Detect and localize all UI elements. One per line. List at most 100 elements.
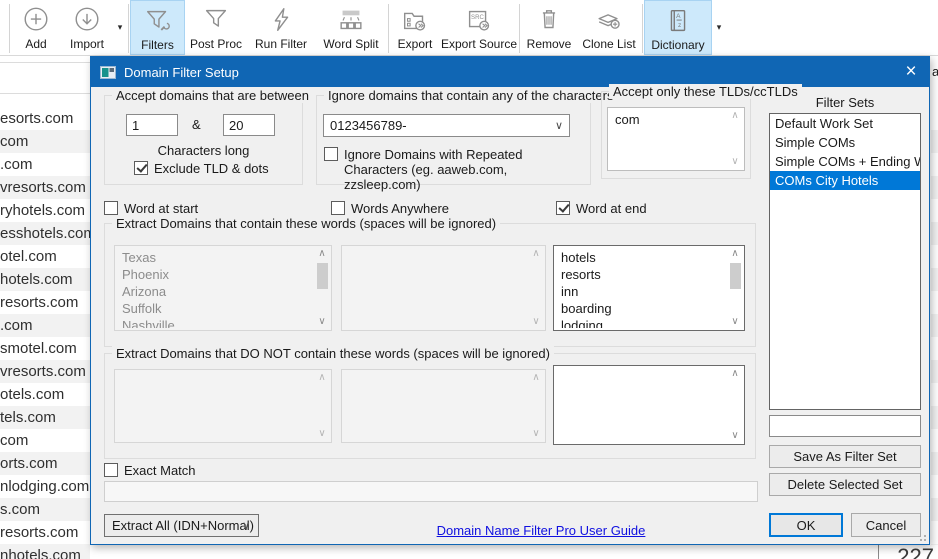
domain-list-item[interactable]: s.com — [0, 498, 90, 521]
not-contain-box-3[interactable] — [553, 365, 745, 445]
word-list-text — [349, 373, 525, 440]
exclude-tld-checkbox[interactable]: Exclude TLD & dots — [134, 161, 269, 176]
domain-list-item[interactable]: .com — [0, 314, 90, 337]
domain-list-item[interactable]: nhotels.com — [0, 544, 90, 559]
word-at-start-checkbox[interactable]: Word at start — [104, 201, 198, 216]
domain-list-item[interactable]: orts.com — [0, 452, 90, 475]
chevron-down-icon — [532, 427, 539, 441]
domain-list-item[interactable]: esshotels.com — [0, 222, 90, 245]
scrollbar-thumb[interactable] — [730, 263, 741, 289]
filter-sets-listbox[interactable]: Default Work Set Simple COMs Simple COMs +… — [769, 113, 921, 410]
export-source-button[interactable]: SRC Export Source — [440, 0, 518, 55]
add-circle-icon — [21, 3, 51, 37]
ignore-chars-combobox[interactable]: 0123456789- — [323, 114, 570, 137]
domain-filter-setup-dialog: Domain Filter Setup Accept domains that … — [90, 56, 930, 545]
export-button-label: Export — [397, 37, 433, 51]
word-at-end-checkbox[interactable]: Word at end — [556, 201, 647, 216]
repeated-chars-checkbox[interactable]: Ignore Domains with Repeated Characters … — [324, 147, 582, 192]
scrollbar[interactable] — [528, 247, 544, 329]
domain-list-item[interactable]: esorts.com — [0, 107, 90, 130]
add-button-label: Add — [25, 37, 47, 51]
scrollbar[interactable] — [528, 371, 544, 441]
domain-list-item[interactable]: com — [0, 130, 90, 153]
tld-textarea[interactable]: com — [607, 107, 745, 171]
scrollbar[interactable] — [727, 109, 743, 169]
scrollbar-thumb[interactable] — [317, 263, 328, 289]
domain-list-item[interactable]: resorts.com — [0, 291, 90, 314]
domain-list-item[interactable]: otel.com — [0, 245, 90, 268]
cancel-button[interactable]: Cancel — [851, 513, 921, 537]
export-button[interactable]: Export — [390, 0, 440, 55]
filter-set-item[interactable]: Default Work Set — [770, 114, 920, 133]
contain-group-title: Extract Domains that contain these words… — [112, 216, 501, 231]
close-icon[interactable] — [893, 57, 929, 87]
trash-icon — [534, 3, 564, 37]
toolbar-separator — [128, 4, 129, 53]
domain-list-item[interactable]: com — [0, 429, 90, 452]
ok-button[interactable]: OK — [769, 513, 843, 537]
delete-selected-set-button[interactable]: Delete Selected Set — [769, 473, 921, 496]
remove-button[interactable]: Remove — [521, 0, 577, 55]
filter-set-item[interactable]: Simple COMs + Ending Words — [770, 152, 920, 171]
add-button[interactable]: Add — [11, 0, 61, 55]
remove-button-label: Remove — [526, 37, 572, 51]
clone-list-button[interactable]: Clone List — [577, 0, 641, 55]
domain-list-item[interactable]: .com — [0, 153, 90, 176]
word-split-icon — [336, 3, 366, 37]
svg-text:A: A — [676, 13, 681, 20]
filters-button-label: Filters — [141, 38, 174, 52]
scrollbar[interactable] — [314, 371, 330, 441]
domain-list-item[interactable]: tels.com — [0, 406, 90, 429]
run-filter-button[interactable]: Run Filter — [247, 0, 315, 55]
domain-list-item[interactable]: resorts.com — [0, 521, 90, 544]
dialog-titlebar[interactable]: Domain Filter Setup — [91, 57, 929, 87]
save-as-filter-set-button[interactable]: Save As Filter Set — [769, 445, 921, 468]
filter-set-item[interactable]: Simple COMs — [770, 133, 920, 152]
checkbox-label: Exclude TLD & dots — [154, 161, 269, 176]
words-anywhere-checkbox[interactable]: Words Anywhere — [331, 201, 449, 216]
resize-grip[interactable] — [918, 533, 926, 541]
post-proc-button[interactable]: Post Proc — [185, 0, 247, 55]
set-name-input[interactable] — [769, 415, 921, 437]
filter-wrench-icon — [143, 4, 173, 38]
chevron-down-icon — [731, 315, 738, 329]
domain-list-item[interactable]: hotels.com — [0, 268, 90, 291]
domain-list-item[interactable]: vresorts.com — [0, 360, 90, 383]
export-source-button-label: Export Source — [440, 37, 518, 51]
checkbox-label: Exact Match — [124, 463, 196, 478]
chevron-down-icon — [532, 315, 539, 329]
import-dropdown-arrow-icon[interactable] — [113, 0, 127, 55]
combobox-value: 0123456789- — [330, 118, 407, 133]
checkbox-box — [556, 201, 570, 215]
checkbox-box — [134, 161, 148, 175]
export-source-icon: SRC — [464, 3, 494, 37]
checkbox-label: Ignore Domains with Repeated Characters … — [344, 147, 523, 192]
chevron-down-icon — [555, 119, 563, 132]
exact-match-checkbox[interactable]: Exact Match — [104, 463, 196, 478]
toolbar: Add Import Filters — [0, 0, 938, 56]
checkbox-label: Words Anywhere — [351, 201, 450, 216]
max-length-field[interactable] — [223, 114, 275, 136]
extract-mode-dropdown[interactable]: Extract All (IDN+Normal) — [104, 514, 259, 537]
user-guide-link[interactable]: Domain Name Filter Pro User Guide — [341, 523, 741, 538]
domain-list-item[interactable]: smotel.com — [0, 337, 90, 360]
filter-line-input[interactable] — [104, 481, 758, 502]
domain-list-item[interactable]: ryhotels.com — [0, 199, 90, 222]
word-split-button[interactable]: Word Split — [315, 0, 387, 55]
checkbox-box — [331, 201, 345, 215]
contain-words-box-3[interactable]: hotels resorts inn boarding lodging — [553, 245, 745, 331]
domain-list-rows: esorts.com com .com vresorts.com ryhotels.co… — [0, 107, 90, 559]
domain-list-item[interactable]: nlodging.com — [0, 475, 90, 498]
scrollbar[interactable] — [727, 367, 743, 443]
chevron-up-icon — [532, 247, 539, 261]
dictionary-button[interactable]: A z Dictionary — [644, 0, 712, 55]
svg-text:SRC: SRC — [471, 14, 484, 21]
filter-set-item[interactable]: COMs City Hotels — [770, 171, 920, 190]
domain-list-item[interactable]: vresorts.com — [0, 176, 90, 199]
import-button[interactable]: Import — [61, 0, 113, 55]
min-length-field[interactable] — [126, 114, 178, 136]
background-row-stripes — [931, 107, 938, 559]
domain-list-item[interactable]: otels.com — [0, 383, 90, 406]
filters-button[interactable]: Filters — [130, 0, 185, 55]
dictionary-dropdown-arrow-icon[interactable] — [712, 0, 726, 55]
